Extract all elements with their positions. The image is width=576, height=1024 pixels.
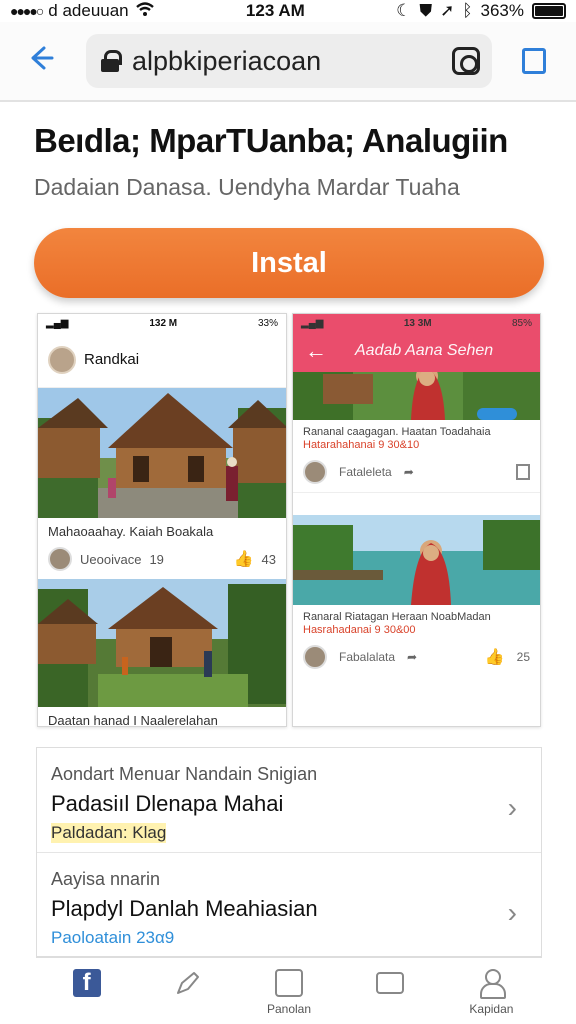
tab-chat[interactable] [340, 958, 441, 1024]
post-line-2: Hasrahadanai 9 30&00 [303, 624, 416, 636]
address-bar[interactable]: alpbkiperiacoan [86, 34, 492, 88]
facebook-icon: f [72, 969, 101, 997]
post-line-1: Ranaral Riatagan Heraan NoabMadan [303, 611, 491, 623]
browser-toolbar: alpbkiperiacoan [0, 22, 576, 102]
list-item[interactable]: Aayisa nnarin Plapdyl Danlah Meahiasian … [37, 853, 541, 958]
screenshot-preview-left[interactable]: ▂▄▆ 132 M 33% Randkai Mahaoaahay. Kaiah … [37, 313, 287, 727]
header-title: Aadab Aana Sehen [355, 342, 494, 359]
tab-profile[interactable]: Kapidan [441, 958, 542, 1024]
battery-icon [532, 3, 566, 19]
back-arrow-icon[interactable] [28, 44, 54, 78]
profile-name: Randkai [84, 351, 140, 368]
avatar [48, 345, 76, 374]
bottom-navigation: f Panolan Kapidan [36, 957, 542, 1024]
chat-bubble-icon [376, 972, 405, 994]
screenshot-preview-right[interactable]: ▂▄▆ 13 3M 85% ← Aadab Aana Sehen Rananal… [292, 313, 541, 727]
carrier-label: d adeuuan [48, 1, 129, 20]
status-bar: ●●●●○ d adeuuan 123 AM ☾ ⛊ ➚ ᛒ 363% [0, 0, 576, 22]
clock-time: 123 AM [245, 1, 305, 20]
item-label: Aondart Menuar Nandain Snigian [51, 764, 318, 784]
like-count: 25 [516, 650, 530, 664]
post-meta: Ueooivace 19 👍 43 [38, 545, 286, 573]
mini-battery: 33% [257, 317, 278, 329]
camera-icon[interactable] [452, 47, 480, 75]
tab-label: Panolan [266, 1002, 312, 1016]
mini-status-bar: ▂▄▆ 13 3M 85% [293, 314, 540, 332]
red-header: ▂▄▆ 13 3M 85% ← Aadab Aana Sehen [293, 314, 540, 372]
battery-percent: 363% [480, 1, 524, 20]
app-title: Beıdla; MparTUanba; Analugiin [34, 122, 508, 159]
user-avatar [48, 547, 72, 571]
village-house-photo [38, 388, 286, 518]
post-user: Fataleleta [339, 465, 392, 479]
list-item[interactable]: Aondart Menuar Nandain Snigian Padasiıl … [37, 748, 541, 853]
bookmark-icon[interactable] [516, 464, 530, 480]
post-line-2: Hatarahahanai 9 30&10 [303, 439, 420, 451]
item-label: Aayisa nnarin [51, 869, 161, 889]
back-arrow-icon[interactable]: ← [305, 338, 327, 364]
post-user: Ueooivace [80, 551, 142, 567]
profile-icon [478, 969, 507, 999]
tab-share[interactable] [137, 958, 238, 1024]
mini-signal-icon: ▂▄▆ [46, 317, 69, 329]
user-avatar [303, 645, 327, 669]
mini-time: 13 3M [403, 317, 432, 329]
install-button[interactable]: Instal [34, 228, 544, 298]
item-value: Plapdyl Danlah Meahiasian [51, 896, 318, 921]
like-count: 43 [261, 551, 276, 567]
post-caption-2: Daatan hanad I Naalerelahan [48, 713, 218, 727]
lock-icon [100, 50, 122, 72]
tabs-icon[interactable] [522, 48, 546, 74]
share-arrow-icon[interactable]: ➦ [407, 650, 417, 664]
shield-icon: ⛊ [419, 1, 433, 20]
mini-status-bar: ▂▄▆ 132 M 33% [38, 314, 286, 332]
post-caption: Mahaoaahay. Kaiah Boakala [48, 524, 214, 539]
courtyard-house-photo [38, 579, 286, 707]
profile-header: Randkai [38, 332, 286, 388]
location-arrow-icon: ➚ [440, 1, 455, 20]
chevron-right-icon: › [507, 792, 517, 823]
signal-dots-icon: ●●●●○ [10, 3, 44, 19]
item-value: Padasiıl Dlenapa Mahai [51, 791, 284, 816]
wifi-icon [135, 1, 155, 22]
post-line-1: Rananal caagagan. Haatan Toadahaia [303, 426, 491, 438]
sparkle-square-icon [275, 969, 303, 997]
post-user: Fabalalata [339, 650, 396, 664]
bluetooth-icon: ᛒ [462, 1, 473, 20]
like-icon[interactable]: 👍 [485, 647, 505, 667]
post-actions: Fataleleta ➦ [293, 452, 540, 493]
mini-battery: 85% [511, 317, 532, 329]
post-actions-2: Fabalalata ➦ 👍 25 [293, 637, 540, 677]
share-icon [173, 968, 203, 998]
post-text: Rananal caagagan. Haatan Toadahaia Hatar… [293, 420, 540, 452]
tab-panolan[interactable]: Panolan [238, 958, 339, 1024]
item-tag: Paldadan: Klag [51, 823, 167, 843]
tab-facebook[interactable]: f [36, 958, 137, 1024]
app-subtitle: Dadaian Danasa. Uendyha Mardar Tuaha [34, 174, 460, 200]
like-icon[interactable]: 👍 [234, 549, 254, 569]
item-tag: Paoloatain 23α9 [51, 928, 175, 947]
lake-portrait-photo [293, 515, 540, 605]
info-list: Aondart Menuar Nandain Snigian Padasiıl … [36, 747, 542, 957]
post-number: 19 [149, 551, 164, 567]
mini-signal-icon: ▂▄▆ [301, 317, 324, 329]
user-avatar [303, 460, 327, 484]
chevron-right-icon: › [507, 897, 517, 928]
tab-label: Kapidan [469, 1002, 514, 1016]
mini-time: 132 M [149, 317, 178, 329]
moon-icon: ☾ [396, 1, 412, 20]
url-text: alpbkiperiacoan [132, 45, 322, 76]
share-arrow-icon[interactable]: ➦ [404, 465, 414, 479]
post-text-2: Ranaral Riatagan Heraan NoabMadan Hasrah… [293, 605, 540, 637]
